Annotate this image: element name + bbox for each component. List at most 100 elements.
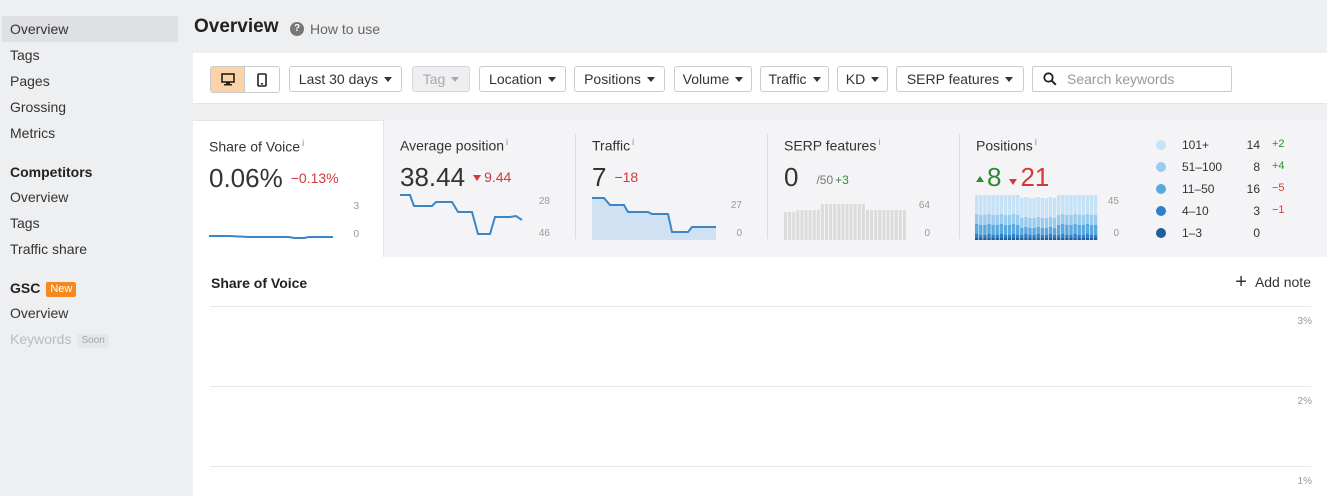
positions-bar-segment: [987, 238, 991, 240]
arrow-down-icon: [1009, 179, 1018, 185]
positions-up-count: 8: [987, 162, 1002, 192]
positions-bar-segment: [987, 214, 991, 224]
positions-bar-segment: [979, 238, 983, 240]
search-input[interactable]: [1067, 71, 1227, 87]
arrow-down-icon: [473, 175, 482, 181]
serp-bar: [882, 210, 886, 240]
legend-change: −1: [1272, 204, 1285, 216]
positions-bar-segment: [991, 195, 995, 215]
chevron-down-icon: [547, 76, 556, 82]
positions-bar-segment: [999, 195, 1003, 214]
kd-label: KD: [845, 71, 866, 87]
sidebar-item-metrics[interactable]: Metrics: [2, 120, 178, 146]
positions-bar-segment: [991, 225, 995, 235]
positions-bar-segment: [1011, 234, 1016, 238]
mobile-button[interactable]: [245, 67, 279, 92]
location-dropdown[interactable]: Location: [479, 66, 566, 92]
positions-bar-segment: [1024, 217, 1028, 227]
sidebar-item-overview[interactable]: Overview: [2, 16, 178, 42]
positions-bar-segment: [1069, 225, 1073, 235]
volume-label: Volume: [682, 71, 730, 87]
positions-bar-segment: [1024, 197, 1028, 217]
positions-bar-segment: [1036, 197, 1040, 217]
volume-dropdown[interactable]: Volume: [674, 66, 752, 92]
competitors-heading: Competitors: [10, 164, 93, 180]
legend-label: 1–3: [1182, 226, 1203, 240]
chevron-down-icon: [646, 76, 655, 82]
metric-label-text: SERP features: [784, 137, 877, 154]
positions-bar-segment: [995, 225, 999, 235]
legend-label: 11–50: [1182, 182, 1215, 196]
sidebar-item-traffic-share[interactable]: Traffic share: [2, 236, 178, 262]
average-position-card[interactable]: Average position i 38.44 9.44 28 46: [384, 120, 575, 257]
positions-bar-segment: [1052, 228, 1057, 235]
info-icon[interactable]: i: [506, 137, 508, 147]
positions-label: Positions i: [976, 137, 1037, 154]
positions-bar-segment: [991, 238, 995, 240]
add-note-button[interactable]: + Add note: [1235, 272, 1311, 292]
legend-dot: [1156, 162, 1166, 172]
serp-bar: [808, 210, 812, 240]
axis-min: 0: [924, 228, 930, 239]
positions-bar-segment: [999, 238, 1003, 240]
device-toggle: [210, 66, 280, 93]
positions-bar-segment: [979, 195, 983, 215]
traffic-dropdown[interactable]: Traffic: [760, 66, 829, 92]
positions-bar-segment: [975, 224, 979, 234]
filter-bar: Last 30 days Tag Location Positions Volu…: [193, 53, 1327, 104]
legend-row[interactable]: 1–3 0: [1156, 225, 1306, 247]
traffic-card[interactable]: Traffic i 7 −18 27 0: [576, 120, 767, 257]
positions-bar-segment: [1085, 195, 1090, 214]
date-range-dropdown[interactable]: Last 30 days: [289, 66, 402, 92]
legend-change: +2: [1272, 138, 1285, 150]
legend-row[interactable]: 51–100 8 +4: [1156, 159, 1306, 181]
legend-row[interactable]: 4–10 3 −1: [1156, 203, 1306, 225]
serp-bar: [878, 210, 882, 240]
positions-dropdown[interactable]: Positions: [574, 66, 665, 92]
axis-max: 64: [918, 200, 930, 211]
serp-features-dropdown[interactable]: SERP features: [896, 66, 1024, 92]
kd-dropdown[interactable]: KD: [837, 66, 888, 92]
serp-bar: [857, 204, 861, 240]
info-icon[interactable]: i: [878, 137, 880, 147]
legend-row[interactable]: 11–50 16 −5: [1156, 181, 1306, 203]
soon-badge: Soon: [77, 334, 109, 348]
serp-bar: [853, 204, 857, 240]
sidebar-item-grossing[interactable]: Grossing: [2, 94, 178, 120]
share-of-voice-card[interactable]: Share of Voice i 0.06% −0.13% 3 0: [193, 120, 384, 257]
positions-bar-segment: [1003, 235, 1008, 238]
info-icon[interactable]: i: [1035, 137, 1037, 147]
gridline: [210, 466, 1311, 467]
serp-features-card[interactable]: SERP features i 0/50 +3 64 0: [768, 120, 959, 257]
positions-bar-segment: [1003, 215, 1008, 225]
sidebar-item-competitors-overview[interactable]: Overview: [2, 184, 178, 210]
positions-bar-segment: [1085, 234, 1090, 238]
sidebar-item-gsc-overview[interactable]: Overview: [2, 300, 178, 326]
sidebar-item-tags[interactable]: Tags: [2, 42, 178, 68]
positions-bar-segment: [1081, 235, 1085, 238]
legend-row[interactable]: 101+ 14 +2: [1156, 137, 1306, 159]
serp-bar: [820, 204, 824, 240]
positions-bar-segment: [1077, 238, 1081, 240]
positions-bar-segment: [1028, 235, 1032, 238]
positions-card[interactable]: Positions i 8 21 45 0 101+ 14 +2 51–100 8 +4 11–…: [960, 120, 1327, 257]
positions-bar-segment: [1093, 225, 1098, 235]
info-icon[interactable]: i: [632, 137, 634, 147]
positions-bar-segment: [983, 225, 987, 235]
positions-bar-segment: [1065, 195, 1069, 215]
legend-dot: [1156, 228, 1166, 238]
positions-label: Positions: [584, 71, 641, 87]
serp-bar: [874, 210, 878, 240]
sidebar-item-pages[interactable]: Pages: [2, 68, 178, 94]
positions-bar-segment: [995, 238, 999, 240]
gsc-heading-label: GSC: [10, 280, 41, 296]
legend-count: 0: [1253, 226, 1260, 240]
desktop-button[interactable]: [211, 67, 245, 92]
positions-bar-segment: [1077, 225, 1081, 235]
info-icon[interactable]: i: [302, 138, 304, 148]
positions-bar-segment: [1003, 238, 1008, 240]
how-to-use-link[interactable]: ? How to use: [290, 21, 380, 37]
sidebar-item-competitors-tags[interactable]: Tags: [2, 210, 178, 236]
legend-dot: [1156, 184, 1166, 194]
positions-bar-segment: [1020, 198, 1024, 218]
